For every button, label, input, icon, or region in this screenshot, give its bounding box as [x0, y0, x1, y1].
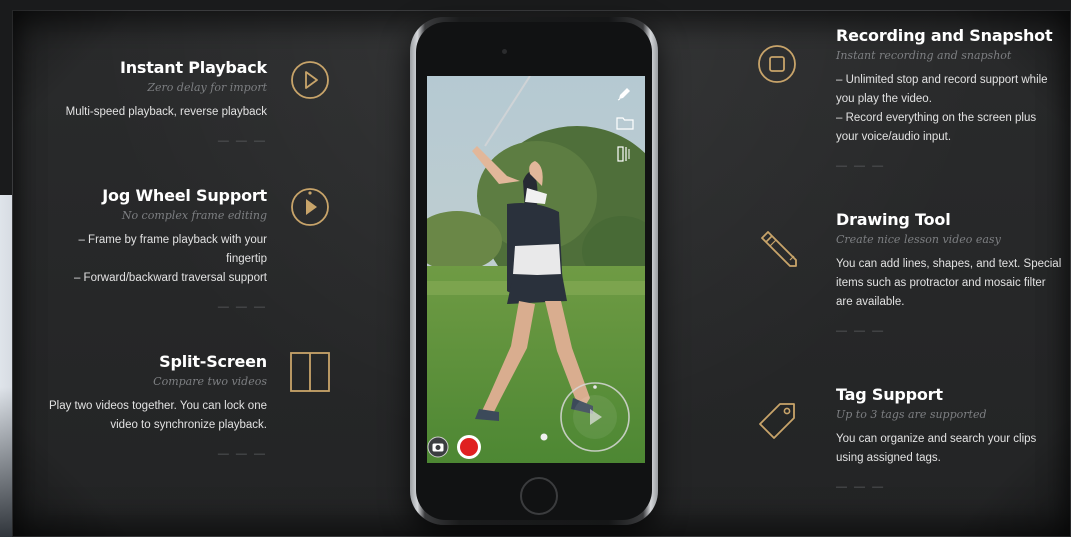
- feature-description: Multi-speed playback, reverse playback: [65, 106, 267, 118]
- feature-subtitle: Zero delay for import: [147, 81, 267, 94]
- feature-jog-wheel: Jog Wheel Support No complex frame editi…: [17, 186, 267, 314]
- split-view-icon[interactable]: [616, 145, 634, 168]
- tag-icon: [756, 400, 798, 447]
- play-circle-icon: [290, 60, 330, 105]
- feature-subtitle: Compare two videos: [153, 375, 267, 388]
- feature-tag-support: Tag Support Up to 3 tags are supported Y…: [836, 385, 1071, 494]
- record-button-icon[interactable]: [456, 434, 482, 465]
- phone-screen-video[interactable]: [427, 76, 645, 463]
- feature-divider: — — —: [836, 160, 886, 172]
- phone-speaker: [502, 49, 507, 54]
- feature-title: Tag Support: [836, 385, 943, 404]
- feature-description: Play two videos together. You can lock o…: [48, 400, 267, 431]
- feature-divider: — — —: [836, 481, 886, 493]
- feature-title: Jog Wheel Support: [102, 186, 267, 205]
- feature-description: You can organize and search your clips u…: [836, 433, 1037, 464]
- home-button[interactable]: [520, 477, 558, 515]
- feature-title: Drawing Tool: [836, 210, 951, 229]
- feature-drawing-tool: Drawing Tool Create nice lesson video ea…: [836, 210, 1071, 338]
- golf-swing-video-frame: [427, 76, 645, 463]
- feature-subtitle: Up to 3 tags are supported: [836, 408, 987, 421]
- feature-instant-playback: Instant Playback Zero delay for import M…: [17, 58, 268, 148]
- feature-divider: — — —: [836, 325, 886, 337]
- feature-subtitle: Instant recording and snapshot: [836, 49, 1012, 62]
- folder-icon[interactable]: [616, 115, 634, 136]
- feature-title: Recording and Snapshot: [836, 26, 1053, 45]
- pencil-icon: [756, 226, 800, 275]
- feature-description: You can add lines, shapes, and text. Spe…: [836, 258, 1062, 308]
- feature-split-screen: Split-Screen Compare two videos Play two…: [17, 352, 267, 461]
- record-stop-icon: [757, 44, 797, 89]
- feature-divider: — — —: [217, 448, 267, 460]
- feature-title: Instant Playback: [119, 58, 267, 77]
- feature-title: Split-Screen: [159, 352, 267, 371]
- feature-recording-snapshot: Recording and Snapshot Instant recording…: [836, 26, 1071, 173]
- pen-icon[interactable]: [616, 86, 632, 107]
- feature-subtitle: Create nice lesson video easy: [836, 233, 1001, 246]
- feature-description: – Unlimited stop and record support whil…: [836, 74, 1048, 143]
- feature-subtitle: No complex frame editing: [121, 209, 267, 222]
- feature-divider: — — —: [217, 135, 267, 147]
- camera-icon[interactable]: [427, 436, 449, 463]
- feature-divider: — — —: [217, 301, 267, 313]
- feature-description: – Frame by frame playback with your fing…: [73, 234, 267, 284]
- split-screen-icon: [290, 352, 330, 397]
- jog-wheel-icon: [289, 186, 331, 233]
